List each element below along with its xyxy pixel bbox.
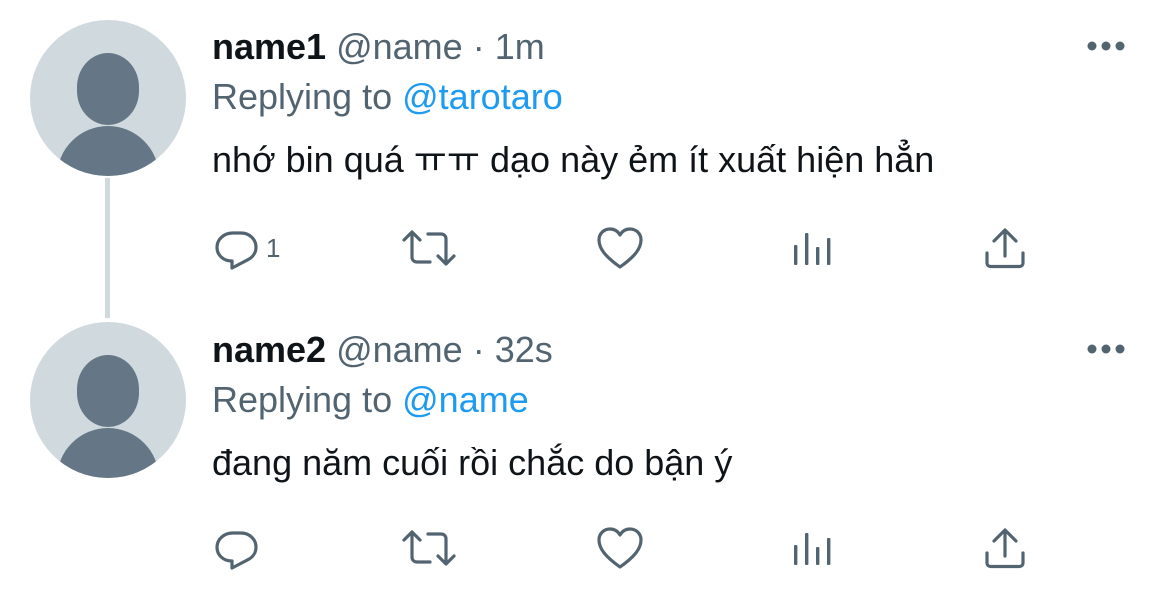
share-icon <box>985 528 1025 569</box>
timestamp[interactable]: 32s <box>495 329 553 370</box>
tweet[interactable]: name2 @name · 32s Replying to @name đang… <box>0 300 1170 594</box>
replying-to-line: Replying to @tarotaro <box>212 75 563 119</box>
tweet-text: nhớ bin quá ㅠㅠ dạo này ẻm ít xuất hiện h… <box>212 139 935 180</box>
retweet-icon <box>402 230 456 266</box>
like-button[interactable] <box>596 518 644 578</box>
replying-to-line: Replying to @name <box>212 378 529 422</box>
tweet-text: đang năm cuối rồi chắc do bận ý <box>212 442 733 483</box>
reply-button[interactable]: 1 <box>214 218 280 278</box>
reply-button[interactable] <box>214 518 266 578</box>
like-button[interactable] <box>596 218 644 278</box>
retweet-button[interactable] <box>400 218 458 278</box>
display-name[interactable]: name2 <box>212 329 326 370</box>
share-button[interactable] <box>982 518 1028 578</box>
tweet-header: name1 @name · 1m <box>212 25 545 69</box>
views-icon <box>794 233 831 265</box>
avatar-shoulders <box>57 126 159 176</box>
avatar-head <box>77 355 139 427</box>
views-button[interactable] <box>790 518 834 578</box>
replying-to-mention[interactable]: @name <box>402 379 529 420</box>
more-icon[interactable] <box>1086 343 1126 355</box>
tweet[interactable]: name1 @name · 1m Replying to @tarotaro n… <box>0 0 1170 318</box>
avatar[interactable] <box>30 20 186 176</box>
like-icon <box>597 527 643 569</box>
tweet-actions <box>0 518 1170 578</box>
reply-icon <box>215 531 258 570</box>
share-button[interactable] <box>982 218 1028 278</box>
like-icon <box>597 227 643 269</box>
more-icon[interactable] <box>1086 40 1126 52</box>
share-icon <box>985 228 1025 269</box>
user-handle[interactable]: @name <box>336 26 463 67</box>
replying-to-label: Replying to <box>212 76 393 117</box>
retweet-icon <box>402 530 456 566</box>
display-name[interactable]: name1 <box>212 26 326 67</box>
avatar-head <box>77 53 139 125</box>
retweet-button[interactable] <box>400 518 458 578</box>
views-button[interactable] <box>790 218 834 278</box>
replying-to-label: Replying to <box>212 379 393 420</box>
reply-icon <box>215 231 258 270</box>
user-handle[interactable]: @name <box>336 329 463 370</box>
separator-dot: · <box>472 329 485 370</box>
replying-to-mention[interactable]: @tarotaro <box>402 76 563 117</box>
separator-dot: · <box>472 26 485 67</box>
timestamp[interactable]: 1m <box>495 26 545 67</box>
views-icon <box>794 533 831 565</box>
avatar[interactable] <box>30 322 186 478</box>
reply-count: 1 <box>266 233 281 263</box>
tweet-header: name2 @name · 32s <box>212 328 553 372</box>
tweet-actions: 1 <box>0 218 1170 278</box>
avatar-shoulders <box>57 428 159 478</box>
